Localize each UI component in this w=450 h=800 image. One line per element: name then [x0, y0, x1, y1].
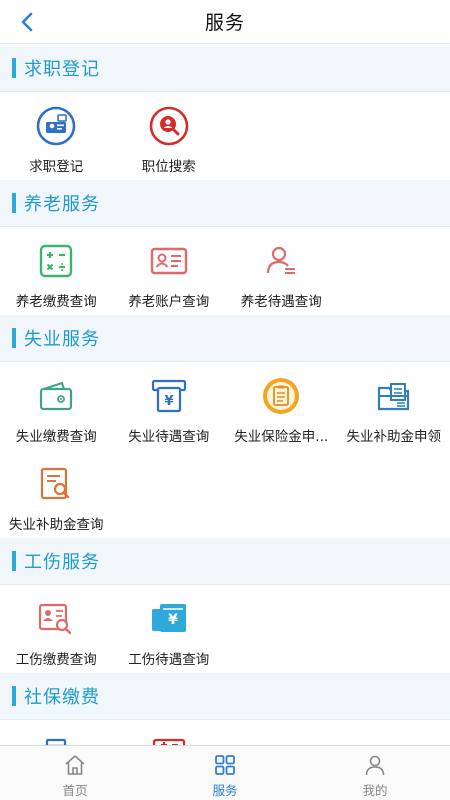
service-unemployment-subsidy-query[interactable]: 失业补助金查询 [0, 450, 113, 538]
service-pension-account-query[interactable]: 养老账户查询 [113, 227, 226, 315]
service-label: 养老账户查询 [128, 294, 210, 310]
section-header-pension: 养老服务 [0, 180, 450, 227]
wallet-icon [40, 381, 73, 411]
section-header-social-insurance-payment: 社保缴费 [0, 673, 450, 720]
section-title: 工伤服务 [24, 552, 100, 573]
service-label: 工伤缴费查询 [15, 652, 97, 668]
section-title: 失业服务 [24, 329, 100, 350]
grid-icon [215, 755, 235, 775]
job-registration-icon [36, 106, 76, 146]
page-title: 服务 [204, 12, 245, 34]
section-title: 求职登记 [24, 59, 100, 80]
bottom-tab-bar: 首页 服务 我的 [0, 745, 450, 800]
service-pension-payment-query[interactable]: 养老缴费查询 [0, 227, 113, 315]
section-accent-bar [12, 551, 16, 571]
service-social-insurance-item-2[interactable] [113, 720, 226, 745]
tab-label: 首页 [62, 783, 88, 798]
tab-mine[interactable]: 我的 [300, 746, 450, 800]
section-accent-bar [12, 193, 16, 213]
red-partial-icon [152, 738, 185, 745]
service-label: 失业待遇查询 [128, 429, 210, 445]
yen-receipt-icon: ¥ [151, 604, 186, 632]
section-header-job-registration: 求职登记 [0, 45, 450, 92]
section-grid-job: 求职登记 职位搜索 [0, 92, 450, 180]
document-search-icon [41, 467, 70, 500]
section-accent-bar [12, 58, 16, 78]
service-job-search[interactable]: 职位搜索 [113, 92, 226, 180]
blue-partial-icon [42, 738, 71, 745]
service-unemployment-benefit-query[interactable]: ¥ 失业待遇查询 [113, 362, 226, 450]
service-label: 失业缴费查询 [15, 429, 97, 445]
svg-text:¥: ¥ [164, 394, 173, 409]
service-unemployment-insurance-apply[interactable]: 失业保险金申... [225, 362, 338, 450]
service-pension-benefit-query[interactable]: 养老待遇查询 [225, 227, 338, 315]
chevron-left-icon [21, 12, 33, 32]
app-root: 服务 求职登记 求职登记 职位搜索 养老服务 养老缴费查询 养老账户查询 养老待… [0, 0, 450, 800]
tab-label: 服务 [212, 783, 238, 798]
section-grid-unemployment: 失业缴费查询 ¥ 失业待遇查询 失业保险金申... 失业补助金申领 失业补助金查… [0, 362, 450, 538]
service-label: 失业保险金申... [234, 429, 329, 445]
service-label: 养老待遇查询 [240, 294, 322, 310]
tab-home[interactable]: 首页 [0, 746, 150, 800]
service-social-insurance-item-1[interactable] [0, 720, 113, 745]
section-grid-work-injury: 工伤缴费查询 ¥ 工伤待遇查询 [0, 585, 450, 673]
section-title: 养老服务 [24, 194, 100, 215]
tab-label: 我的 [362, 783, 388, 798]
id-card-icon [150, 247, 187, 275]
service-label: 工伤待遇查询 [128, 652, 210, 668]
service-work-injury-payment-query[interactable]: 工伤缴费查询 [0, 585, 113, 673]
card-search-icon [39, 603, 72, 635]
top-bar: 服务 [0, 0, 450, 44]
service-label: 职位搜索 [141, 159, 196, 175]
service-label: 养老缴费查询 [15, 294, 97, 310]
service-work-injury-benefit-query[interactable]: ¥ 工伤待遇查询 [113, 585, 226, 673]
job-search-icon [149, 106, 189, 146]
section-header-unemployment: 失业服务 [0, 315, 450, 362]
folder-document-icon [377, 383, 409, 411]
service-unemployment-subsidy-apply[interactable]: 失业补助金申领 [338, 362, 450, 450]
clipboard-badge-icon [263, 378, 300, 414]
back-button[interactable] [14, 8, 42, 36]
section-accent-bar [12, 686, 16, 706]
section-header-work-injury: 工伤服务 [0, 538, 450, 585]
service-job-registration[interactable]: 求职登记 [0, 92, 113, 180]
person-list-icon [267, 246, 296, 274]
user-icon [365, 755, 385, 776]
section-grid-social-insurance [0, 720, 450, 745]
service-list[interactable]: 求职登记 求职登记 职位搜索 养老服务 养老缴费查询 养老账户查询 养老待遇查询… [0, 45, 450, 745]
section-title: 社保缴费 [24, 687, 100, 708]
section-accent-bar [12, 328, 16, 348]
service-label: 失业补助金申领 [346, 429, 442, 445]
calculator-icon [40, 244, 73, 278]
section-grid-pension: 养老缴费查询 养老账户查询 养老待遇查询 [0, 227, 450, 315]
home-icon [65, 755, 85, 775]
service-label: 失业补助金查询 [9, 517, 104, 533]
service-label: 求职登记 [29, 159, 84, 175]
svg-text:¥: ¥ [168, 612, 178, 628]
service-unemployment-payment-query[interactable]: 失业缴费查询 [0, 362, 113, 450]
yen-atm-icon: ¥ [151, 379, 186, 413]
tab-services[interactable]: 服务 [150, 746, 300, 800]
